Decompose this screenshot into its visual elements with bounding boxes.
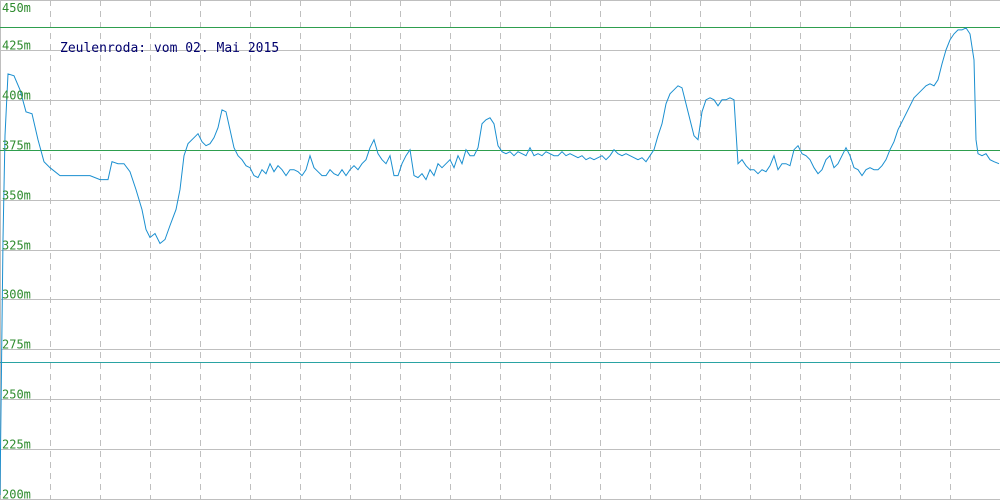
y-tick-label: 275m bbox=[2, 338, 31, 352]
y-tick-label: 300m bbox=[2, 288, 31, 302]
y-tick-label: 450m bbox=[2, 1, 31, 15]
y-tick-label: 200m bbox=[2, 488, 31, 500]
elevation-chart: 450m 425m 400m 375m 350m 325m 300m 275m 250m 225m… bbox=[0, 0, 1000, 500]
y-tick-label: 325m bbox=[2, 239, 31, 253]
y-tick-label: 375m bbox=[2, 139, 31, 153]
y-tick-label: 350m bbox=[2, 189, 31, 203]
y-tick-label: 400m bbox=[2, 89, 31, 103]
y-tick-label: 225m bbox=[2, 438, 31, 452]
chart-title: Zeulenroda: vom 02. Mai 2015 bbox=[60, 41, 279, 56]
y-tick-label: 425m bbox=[2, 39, 31, 53]
y-tick-label: 250m bbox=[2, 388, 31, 402]
